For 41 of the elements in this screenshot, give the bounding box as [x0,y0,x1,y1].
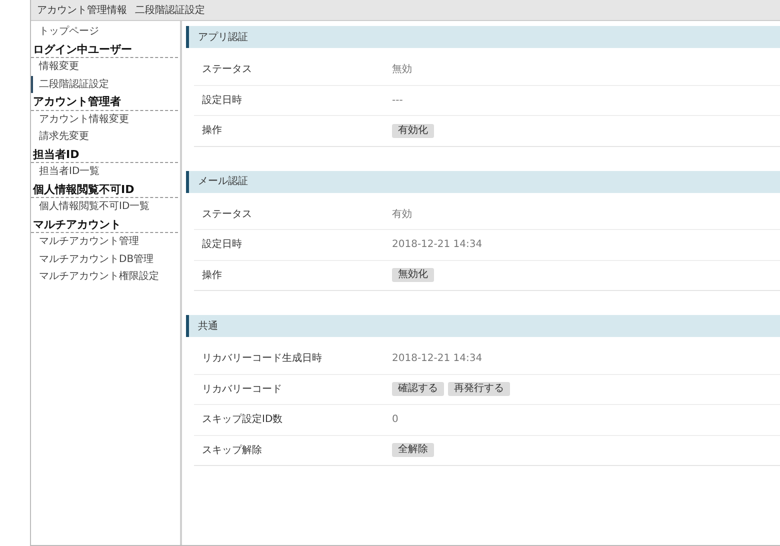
sidebar-group-title: 担当者ID [31,146,178,163]
row-label: ステータス [201,63,253,78]
sidebar-link[interactable]: マルチアカウント権限設定 [31,268,178,286]
row-label: 操作 [201,268,223,283]
sidebar-link[interactable]: 請求先変更 [31,128,178,146]
row-value: 無効 [392,62,412,78]
section-title: アプリ認証 [198,30,248,44]
sidebar-group-title: マルチアカウント [31,216,178,233]
row-label: リカバリーコード生成日時 [201,352,323,366]
sidebar-link[interactable]: マルチアカウントDB管理 [31,250,178,268]
header-subtitle: 二段階認証設定 [135,4,205,18]
row-value: 2018-12-21 14:34 [392,238,482,252]
sidebar-link[interactable]: 情報変更 [31,58,178,76]
header-title: アカウント管理情報 [37,4,127,18]
row-value: 0 [392,413,398,428]
action-button[interactable]: 再発行する [448,382,510,396]
row-label: スキップ設定ID数 [201,412,284,428]
sidebar-link[interactable]: トップページ [31,23,178,40]
action-button[interactable]: 有効化 [392,124,434,138]
section-title: 共通 [198,320,218,334]
row-label: ステータス [201,208,253,222]
row-label: リカバリーコード [201,382,283,397]
sidebar-group-title: ログイン中ユーザー [31,40,178,58]
action-button[interactable]: 無効化 [392,268,434,282]
row-value: 有効 [392,208,412,222]
row-label: スキップ解除 [201,444,263,458]
action-button[interactable]: 全解除 [392,443,434,458]
sidebar-group-title: 個人情報閲覧不可ID [31,180,178,198]
row-label: 設定日時 [201,238,243,252]
section-title: メール認証 [198,174,248,189]
sidebar-link[interactable]: 二段階認証設定 [31,76,178,93]
sidebar-link[interactable]: 個人情報閲覧不可ID一覧 [31,198,178,216]
row-label: 設定日時 [201,94,243,108]
row-value: --- [392,94,403,108]
sidebar-link[interactable]: アカウント情報変更 [31,110,178,128]
row-label: 操作 [201,124,223,138]
action-button[interactable]: 確認する [392,382,444,396]
sidebar-link[interactable]: 担当者ID一覧 [31,163,178,180]
row-value: 2018-12-21 14:34 [392,352,482,366]
sidebar-group-title: アカウント管理者 [31,93,178,110]
sidebar-link[interactable]: マルチアカウント管理 [31,233,178,250]
